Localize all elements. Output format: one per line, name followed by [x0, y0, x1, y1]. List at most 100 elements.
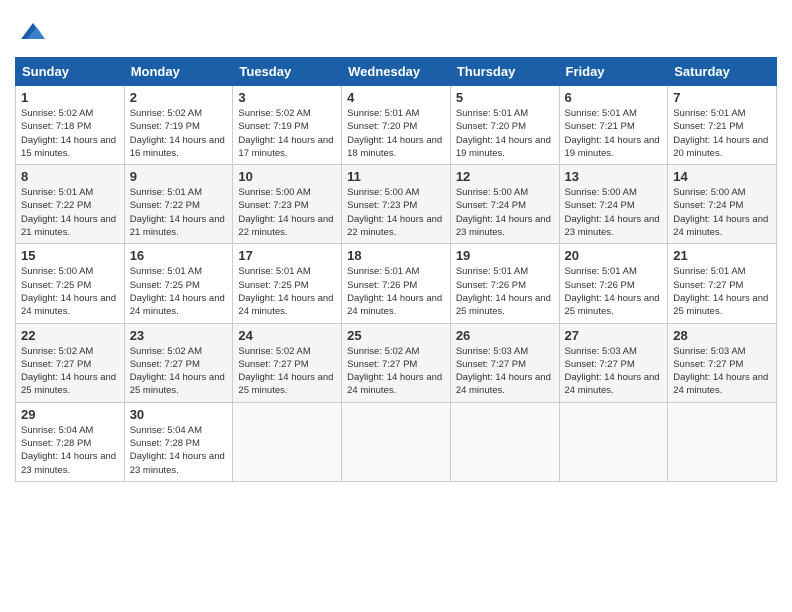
- day-number: 8: [21, 169, 119, 184]
- day-number: 11: [347, 169, 445, 184]
- calendar-cell: 11 Sunrise: 5:00 AM Sunset: 7:23 PM Dayl…: [342, 165, 451, 244]
- weekday-header-sunday: Sunday: [16, 58, 125, 86]
- day-number: 18: [347, 248, 445, 263]
- day-number: 12: [456, 169, 554, 184]
- day-number: 24: [238, 328, 336, 343]
- calendar-cell: 14 Sunrise: 5:00 AM Sunset: 7:24 PM Dayl…: [668, 165, 777, 244]
- calendar-week-row: 15 Sunrise: 5:00 AM Sunset: 7:25 PM Dayl…: [16, 244, 777, 323]
- calendar-cell: 3 Sunrise: 5:02 AM Sunset: 7:19 PM Dayli…: [233, 86, 342, 165]
- day-info: Sunrise: 5:04 AM Sunset: 7:28 PM Dayligh…: [21, 424, 119, 477]
- page-header: [15, 15, 777, 47]
- calendar-cell: [668, 402, 777, 481]
- day-number: 27: [565, 328, 663, 343]
- calendar-cell: 20 Sunrise: 5:01 AM Sunset: 7:26 PM Dayl…: [559, 244, 668, 323]
- day-number: 7: [673, 90, 771, 105]
- calendar-cell: 25 Sunrise: 5:02 AM Sunset: 7:27 PM Dayl…: [342, 323, 451, 402]
- day-number: 17: [238, 248, 336, 263]
- calendar-week-row: 1 Sunrise: 5:02 AM Sunset: 7:18 PM Dayli…: [16, 86, 777, 165]
- day-info: Sunrise: 5:01 AM Sunset: 7:26 PM Dayligh…: [347, 265, 445, 318]
- day-info: Sunrise: 5:02 AM Sunset: 7:19 PM Dayligh…: [130, 107, 228, 160]
- day-number: 4: [347, 90, 445, 105]
- calendar-cell: 5 Sunrise: 5:01 AM Sunset: 7:20 PM Dayli…: [450, 86, 559, 165]
- day-info: Sunrise: 5:02 AM Sunset: 7:18 PM Dayligh…: [21, 107, 119, 160]
- calendar-cell: 6 Sunrise: 5:01 AM Sunset: 7:21 PM Dayli…: [559, 86, 668, 165]
- day-info: Sunrise: 5:00 AM Sunset: 7:24 PM Dayligh…: [673, 186, 771, 239]
- calendar-cell: 30 Sunrise: 5:04 AM Sunset: 7:28 PM Dayl…: [124, 402, 233, 481]
- calendar-week-row: 8 Sunrise: 5:01 AM Sunset: 7:22 PM Dayli…: [16, 165, 777, 244]
- day-number: 14: [673, 169, 771, 184]
- day-info: Sunrise: 5:02 AM Sunset: 7:27 PM Dayligh…: [21, 345, 119, 398]
- calendar-cell: 2 Sunrise: 5:02 AM Sunset: 7:19 PM Dayli…: [124, 86, 233, 165]
- day-number: 1: [21, 90, 119, 105]
- day-info: Sunrise: 5:01 AM Sunset: 7:26 PM Dayligh…: [565, 265, 663, 318]
- day-number: 6: [565, 90, 663, 105]
- day-number: 2: [130, 90, 228, 105]
- weekday-header-friday: Friday: [559, 58, 668, 86]
- calendar-cell: 21 Sunrise: 5:01 AM Sunset: 7:27 PM Dayl…: [668, 244, 777, 323]
- weekday-header-monday: Monday: [124, 58, 233, 86]
- day-info: Sunrise: 5:00 AM Sunset: 7:23 PM Dayligh…: [238, 186, 336, 239]
- day-info: Sunrise: 5:01 AM Sunset: 7:21 PM Dayligh…: [673, 107, 771, 160]
- weekday-header-row: SundayMondayTuesdayWednesdayThursdayFrid…: [16, 58, 777, 86]
- day-info: Sunrise: 5:01 AM Sunset: 7:25 PM Dayligh…: [238, 265, 336, 318]
- day-info: Sunrise: 5:00 AM Sunset: 7:25 PM Dayligh…: [21, 265, 119, 318]
- day-number: 26: [456, 328, 554, 343]
- calendar-cell: 9 Sunrise: 5:01 AM Sunset: 7:22 PM Dayli…: [124, 165, 233, 244]
- calendar-cell: 17 Sunrise: 5:01 AM Sunset: 7:25 PM Dayl…: [233, 244, 342, 323]
- calendar-cell: 10 Sunrise: 5:00 AM Sunset: 7:23 PM Dayl…: [233, 165, 342, 244]
- day-info: Sunrise: 5:02 AM Sunset: 7:19 PM Dayligh…: [238, 107, 336, 160]
- day-info: Sunrise: 5:01 AM Sunset: 7:26 PM Dayligh…: [456, 265, 554, 318]
- day-info: Sunrise: 5:03 AM Sunset: 7:27 PM Dayligh…: [565, 345, 663, 398]
- logo: [15, 15, 49, 47]
- day-number: 13: [565, 169, 663, 184]
- calendar-cell: 19 Sunrise: 5:01 AM Sunset: 7:26 PM Dayl…: [450, 244, 559, 323]
- calendar-cell: 8 Sunrise: 5:01 AM Sunset: 7:22 PM Dayli…: [16, 165, 125, 244]
- day-info: Sunrise: 5:04 AM Sunset: 7:28 PM Dayligh…: [130, 424, 228, 477]
- day-number: 5: [456, 90, 554, 105]
- calendar-cell: 27 Sunrise: 5:03 AM Sunset: 7:27 PM Dayl…: [559, 323, 668, 402]
- calendar-cell: 26 Sunrise: 5:03 AM Sunset: 7:27 PM Dayl…: [450, 323, 559, 402]
- day-info: Sunrise: 5:01 AM Sunset: 7:20 PM Dayligh…: [456, 107, 554, 160]
- day-info: Sunrise: 5:01 AM Sunset: 7:22 PM Dayligh…: [130, 186, 228, 239]
- calendar-cell: 15 Sunrise: 5:00 AM Sunset: 7:25 PM Dayl…: [16, 244, 125, 323]
- weekday-header-thursday: Thursday: [450, 58, 559, 86]
- day-number: 28: [673, 328, 771, 343]
- day-number: 23: [130, 328, 228, 343]
- day-info: Sunrise: 5:03 AM Sunset: 7:27 PM Dayligh…: [673, 345, 771, 398]
- calendar-cell: 13 Sunrise: 5:00 AM Sunset: 7:24 PM Dayl…: [559, 165, 668, 244]
- calendar-cell: [233, 402, 342, 481]
- day-number: 25: [347, 328, 445, 343]
- calendar-cell: 24 Sunrise: 5:02 AM Sunset: 7:27 PM Dayl…: [233, 323, 342, 402]
- day-number: 29: [21, 407, 119, 422]
- calendar-cell: 22 Sunrise: 5:02 AM Sunset: 7:27 PM Dayl…: [16, 323, 125, 402]
- calendar-cell: 12 Sunrise: 5:00 AM Sunset: 7:24 PM Dayl…: [450, 165, 559, 244]
- calendar-cell: 1 Sunrise: 5:02 AM Sunset: 7:18 PM Dayli…: [16, 86, 125, 165]
- day-number: 3: [238, 90, 336, 105]
- day-number: 15: [21, 248, 119, 263]
- day-info: Sunrise: 5:02 AM Sunset: 7:27 PM Dayligh…: [130, 345, 228, 398]
- day-info: Sunrise: 5:00 AM Sunset: 7:24 PM Dayligh…: [565, 186, 663, 239]
- calendar-week-row: 29 Sunrise: 5:04 AM Sunset: 7:28 PM Dayl…: [16, 402, 777, 481]
- day-number: 22: [21, 328, 119, 343]
- day-number: 10: [238, 169, 336, 184]
- calendar-cell: 29 Sunrise: 5:04 AM Sunset: 7:28 PM Dayl…: [16, 402, 125, 481]
- day-info: Sunrise: 5:00 AM Sunset: 7:23 PM Dayligh…: [347, 186, 445, 239]
- day-info: Sunrise: 5:03 AM Sunset: 7:27 PM Dayligh…: [456, 345, 554, 398]
- weekday-header-saturday: Saturday: [668, 58, 777, 86]
- day-number: 20: [565, 248, 663, 263]
- day-info: Sunrise: 5:01 AM Sunset: 7:20 PM Dayligh…: [347, 107, 445, 160]
- calendar-cell: [450, 402, 559, 481]
- day-number: 19: [456, 248, 554, 263]
- day-number: 9: [130, 169, 228, 184]
- day-number: 21: [673, 248, 771, 263]
- day-info: Sunrise: 5:01 AM Sunset: 7:21 PM Dayligh…: [565, 107, 663, 160]
- weekday-header-tuesday: Tuesday: [233, 58, 342, 86]
- calendar-cell: 18 Sunrise: 5:01 AM Sunset: 7:26 PM Dayl…: [342, 244, 451, 323]
- calendar-cell: [342, 402, 451, 481]
- day-info: Sunrise: 5:02 AM Sunset: 7:27 PM Dayligh…: [347, 345, 445, 398]
- calendar-cell: 7 Sunrise: 5:01 AM Sunset: 7:21 PM Dayli…: [668, 86, 777, 165]
- day-number: 30: [130, 407, 228, 422]
- calendar-cell: 28 Sunrise: 5:03 AM Sunset: 7:27 PM Dayl…: [668, 323, 777, 402]
- calendar-cell: 23 Sunrise: 5:02 AM Sunset: 7:27 PM Dayl…: [124, 323, 233, 402]
- day-info: Sunrise: 5:01 AM Sunset: 7:27 PM Dayligh…: [673, 265, 771, 318]
